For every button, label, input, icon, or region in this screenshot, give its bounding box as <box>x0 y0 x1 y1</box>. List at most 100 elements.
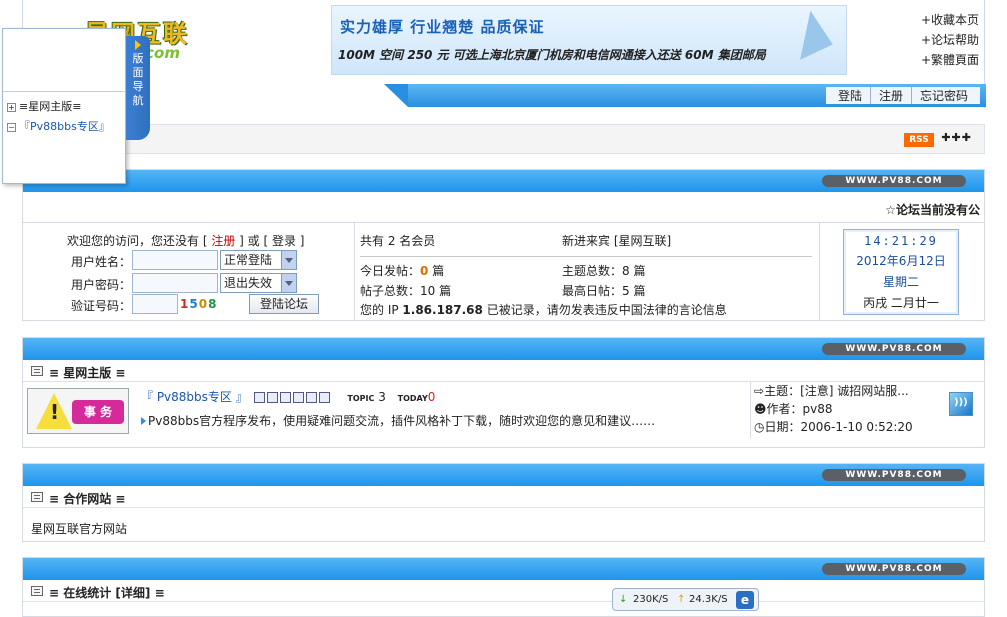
unit: 篇 <box>435 284 452 298</box>
nav-item-main-board[interactable]: + ≡星网主版≡ <box>7 98 81 114</box>
stats-divider <box>360 256 812 257</box>
section-title-row[interactable]: ≡ 在线统计 [详细] ≡ <box>23 580 984 602</box>
site-header: 星网互联 8.com 实力雄厚 行业翘楚 品质保证 100M 空间 250 元 … <box>22 0 986 108</box>
chevron-down-icon <box>281 251 296 269</box>
clock-icon: ◷ <box>754 420 765 434</box>
last-topic-label: 主题： <box>764 384 801 398</box>
last-author-link[interactable]: pv88 <box>803 402 833 416</box>
arrow-icon: ⇨ <box>754 384 765 398</box>
bookmark-link[interactable]: +收藏本页 <box>921 10 979 30</box>
star-icon[interactable] <box>279 392 291 403</box>
login-inline-link[interactable]: 登录 <box>272 234 296 248</box>
forum-status-icon <box>949 392 973 416</box>
board-navigation-tab[interactable]: 版面导航 <box>126 36 150 140</box>
user-icon: ☻ <box>754 402 767 416</box>
forgot-password-link[interactable]: 忘记密码 <box>910 87 976 104</box>
online-stats-section: WWW.PV88.COM ≡ 在线统计 [详细] ≡ <box>22 557 985 617</box>
new-member-label: 新进来宾 [ <box>562 234 619 248</box>
rss-icon[interactable]: RSS <box>904 133 934 147</box>
captcha-digit: 8 <box>208 297 218 311</box>
topic-label: TOPIC <box>347 394 375 403</box>
site-url-tag: WWW.PV88.COM <box>822 343 966 355</box>
new-member-name[interactable]: 星网互联 <box>619 234 667 248</box>
top-links: +收藏本页 +论坛帮助 +繁體頁面 <box>921 10 979 70</box>
max-daily-posts: 最高日帖：5 篇 <box>562 282 645 299</box>
total-topics-label: 主题总数： <box>562 264 623 278</box>
captcha-digit: 5 <box>189 297 199 311</box>
today-posts-label: 今日发帖： <box>360 264 421 278</box>
section-bar: WWW.PV88.COM <box>23 170 984 192</box>
username-input[interactable] <box>132 250 218 270</box>
username-label: 用户姓名： <box>71 255 132 269</box>
forum-badge-icon: ! 事 务 <box>27 388 129 434</box>
login-submit-button[interactable]: 登陆论坛 <box>249 294 319 314</box>
partner-link[interactable]: 星网互联官方网站 <box>31 520 127 537</box>
help-link[interactable]: +论坛帮助 <box>921 30 979 50</box>
triangle-right-icon <box>135 40 141 50</box>
password-input[interactable] <box>132 273 218 293</box>
forum-row: ! 事 务 『 Pv88bbs专区 』 TOPIC 3 TODAY0 Pv88b… <box>23 382 984 447</box>
browser-icon[interactable]: e <box>736 591 754 609</box>
collapse-icon[interactable] <box>31 586 43 596</box>
section-title-text: 合作网站 <box>63 492 112 506</box>
session-mode-select[interactable]: 退出失效 <box>220 273 297 293</box>
today-count: 0 <box>427 390 436 404</box>
site-url-tag: WWW.PV88.COM <box>822 563 966 575</box>
nav-item-pv88bbs[interactable]: − 『Pv88bbs专区』 <box>7 118 110 134</box>
expand-icon[interactable]: + <box>7 103 16 112</box>
info-icon[interactable] <box>305 392 317 403</box>
upload-arrow-icon: ↑ <box>677 594 686 605</box>
forum-category-section: WWW.PV88.COM ≡ 星网主版 ≡ ! 事 务 『 Pv88bbs专区 … <box>22 337 985 448</box>
section-title-row[interactable]: ≡ 合作网站 ≡ <box>23 486 984 508</box>
last-topic-link[interactable]: [注意] 诚招网站服... <box>800 384 909 398</box>
forum-info: 『 Pv88bbs专区 』 TOPIC 3 TODAY0 <box>141 388 435 405</box>
last-date-value: 2006-1-10 0:52:20 <box>800 420 913 434</box>
password-label: 用户密码： <box>71 278 132 292</box>
login-mode-select[interactable]: 正常登陆 <box>220 250 297 270</box>
collapse-icon[interactable] <box>31 492 43 502</box>
total-topics-value: 8 <box>622 264 630 278</box>
register-link[interactable]: 注册 <box>869 87 911 104</box>
list-icon[interactable] <box>253 392 265 403</box>
nav-item-label: 『Pv88bbs专区』 <box>19 120 110 133</box>
chart-icon[interactable] <box>266 392 278 403</box>
login-mode-value: 正常登陆 <box>224 253 273 267</box>
section-title-row[interactable]: ≡ 星网主版 ≡ <box>23 360 984 382</box>
calendar-clock: 14:21:29 2012年6月12日 星期二 丙戌 二月廿一 <box>843 229 959 315</box>
total-posts-value: 10 <box>420 284 436 298</box>
site-url-tag: WWW.PV88.COM <box>822 469 966 481</box>
welcome-prefix: 欢迎您的访问，您还没有 [ <box>67 234 212 248</box>
search-icon[interactable] <box>292 392 304 403</box>
welcome-message: 欢迎您的访问，您还没有 [ 注册 ] 或 [ 登录 ] <box>67 232 304 249</box>
welcome-mid: ] 或 [ <box>235 234 272 248</box>
expand-arrows-icon[interactable]: ✚✚✚ <box>941 131 972 144</box>
forum-name-link[interactable]: 『 Pv88bbs专区 』 <box>141 390 248 404</box>
max-daily-label: 最高日帖： <box>562 284 623 298</box>
ip-value: 1.86.187.68 <box>402 303 483 317</box>
warning-mark: ! <box>50 400 60 424</box>
captcha-code: 1508 <box>180 297 217 311</box>
paper-plane-icon <box>783 8 833 60</box>
collapse-icon[interactable]: − <box>7 123 16 132</box>
collapse-icon[interactable] <box>31 366 43 376</box>
captcha-input[interactable] <box>132 294 178 314</box>
login-links: 登陆 注册 忘记密码 <box>825 87 980 104</box>
partners-section: WWW.PV88.COM ≡ 合作网站 ≡ 星网互联官方网站 <box>22 463 985 542</box>
last-post-info: ⇨主题：[注意] 诚招网站服... ☻作者：pv88 ◷日期：2006-1-10… <box>750 382 940 438</box>
today-posts: 今日发帖：0 篇 <box>360 262 444 279</box>
ad-banner[interactable]: 实力雄厚 行业翘楚 品质保证 100M 空间 250 元 可选上海北京厦门机房和… <box>331 5 847 75</box>
network-speed-indicator: ↓ 230K/S ↑ 24.3K/S e <box>612 588 759 611</box>
download-arrow-icon: ↓ <box>619 594 628 605</box>
rss-small-icon[interactable] <box>318 392 330 403</box>
ip-prefix: 您的 IP <box>360 303 403 317</box>
login-link[interactable]: 登陆 <box>830 87 870 104</box>
star-icon: ☆ <box>885 203 896 217</box>
session-mode-value: 退出失效 <box>224 276 273 290</box>
section-title-text[interactable]: 在线统计 [详细] <box>63 586 150 600</box>
section-title-text: 星网主版 <box>63 366 112 380</box>
register-inline-link[interactable]: 注册 <box>211 234 235 248</box>
last-topic: ⇨主题：[注意] 诚招网站服... <box>754 383 940 400</box>
traditional-chinese-link[interactable]: +繁體頁面 <box>921 50 979 70</box>
last-date-label: 日期： <box>764 420 801 434</box>
badge-label: 事 务 <box>72 400 124 424</box>
